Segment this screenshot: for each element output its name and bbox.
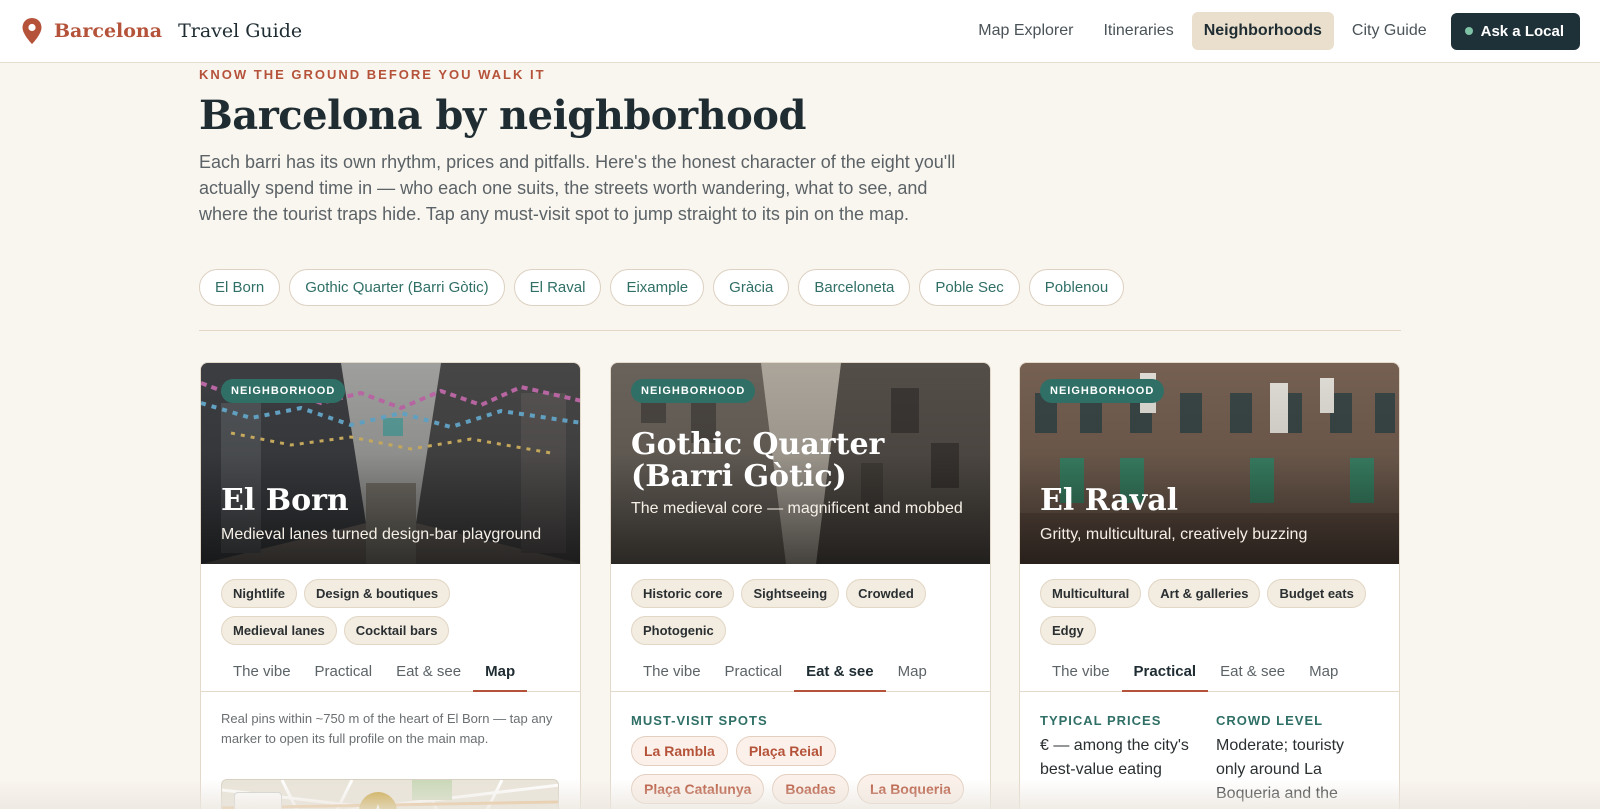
tab-map[interactable]: Map bbox=[886, 661, 939, 692]
badge: Design & boutiques bbox=[304, 579, 451, 608]
card-tag: NEIGHBORHOOD bbox=[631, 379, 756, 403]
mini-map[interactable]: + ★ bbox=[221, 779, 559, 809]
badge: Medieval lanes bbox=[221, 616, 337, 645]
card-subtitle: Gritty, multicultural, creatively buzzin… bbox=[1040, 526, 1308, 543]
card-tag: NEIGHBORHOOD bbox=[1040, 379, 1165, 403]
tab-practical[interactable]: Practical bbox=[303, 661, 385, 692]
brand[interactable]: Barcelona Travel Guide bbox=[20, 17, 302, 45]
chip-barceloneta[interactable]: Barceloneta bbox=[798, 269, 911, 306]
badge: Historic core bbox=[631, 579, 735, 608]
typical-prices: TYPICAL PRICES € — among the city's best… bbox=[1040, 713, 1196, 806]
spot-link[interactable]: Plaça Catalunya bbox=[631, 774, 765, 804]
badge: Nightlife bbox=[221, 579, 297, 608]
neighborhood-card-gothic-quarter: NEIGHBORHOOD Gothic Quarter (Barri Gòtic… bbox=[610, 362, 991, 809]
crowd-label: CROWD LEVEL bbox=[1216, 713, 1324, 728]
badge: Multicultural bbox=[1040, 579, 1142, 608]
tab-eat-and-see[interactable]: Eat & see bbox=[1208, 661, 1297, 692]
badge: Edgy bbox=[1040, 616, 1096, 645]
chip-el-raval[interactable]: El Raval bbox=[513, 269, 602, 306]
card-badges: Multicultural Art & galleries Budget eat… bbox=[1020, 564, 1390, 645]
card-title: Gothic Quarter (Barri Gòtic) bbox=[631, 427, 885, 494]
card-subtitle: Medieval lanes turned design-bar playgro… bbox=[221, 526, 542, 543]
practical-pane: TYPICAL PRICES € — among the city's best… bbox=[1040, 713, 1379, 806]
must-visit-spots: La Rambla Plaça Reial Plaça Catalunya Bo… bbox=[631, 736, 971, 804]
tab-practical[interactable]: Practical bbox=[713, 661, 795, 692]
card-hero-image: NEIGHBORHOOD El Raval Gritty, multicultu… bbox=[1020, 363, 1399, 564]
eyebrow: KNOW THE GROUND BEFORE YOU WALK IT bbox=[199, 67, 546, 82]
eat-see-pane: MUST-VISIT SPOTS La Rambla Plaça Reial P… bbox=[631, 713, 970, 804]
badge: Budget eats bbox=[1267, 579, 1366, 608]
chip-poblenou[interactable]: Poblenou bbox=[1028, 269, 1125, 306]
card-subtitle: The medieval core — magnificent and mobb… bbox=[631, 500, 963, 517]
neighborhood-card-el-born: NEIGHBORHOOD El Born Medieval lanes turn… bbox=[200, 362, 581, 809]
location-pin-icon bbox=[22, 18, 42, 44]
badge: Cocktail bars bbox=[343, 616, 450, 645]
chip-gothic-quarter[interactable]: Gothic Quarter (Barri Gòtic) bbox=[289, 269, 505, 306]
chip-eixample[interactable]: Eixample bbox=[610, 269, 705, 306]
map-note: Real pins within ~750 m of the heart of … bbox=[221, 711, 553, 746]
nav-city-guide[interactable]: City Guide bbox=[1340, 12, 1439, 50]
card-badges: Nightlife Design & boutiques Medieval la… bbox=[201, 564, 571, 645]
spot-link[interactable]: Boadas bbox=[772, 774, 849, 804]
card-tabs: The vibe Practical Eat & see Map bbox=[201, 661, 580, 692]
card-hero-image: NEIGHBORHOOD El Born Medieval lanes turn… bbox=[201, 363, 580, 564]
neighborhood-chips: El Born Gothic Quarter (Barri Gòtic) El … bbox=[199, 269, 1125, 306]
badge: Art & galleries bbox=[1148, 579, 1261, 608]
spot-link[interactable]: La Rambla bbox=[631, 736, 728, 766]
brand-subtitle: Travel Guide bbox=[178, 20, 303, 42]
page-title: Barcelona by neighborhood bbox=[199, 92, 806, 139]
map-pane: Real pins within ~750 m of the heart of … bbox=[221, 709, 560, 809]
tab-the-vibe[interactable]: The vibe bbox=[221, 661, 303, 692]
card-tag: NEIGHBORHOOD bbox=[221, 379, 346, 403]
intro-section: KNOW THE GROUND BEFORE YOU WALK IT Barce… bbox=[199, 67, 959, 227]
neighborhood-card-el-raval: NEIGHBORHOOD El Raval Gritty, multicultu… bbox=[1019, 362, 1400, 809]
chip-el-born[interactable]: El Born bbox=[199, 269, 281, 306]
badge: Crowded bbox=[846, 579, 926, 608]
tab-map[interactable]: Map bbox=[1297, 661, 1350, 692]
card-tabs: The vibe Practical Eat & see Map bbox=[1020, 661, 1399, 692]
zoom-in-button[interactable]: + bbox=[234, 792, 282, 809]
card-tabs: The vibe Practical Eat & see Map bbox=[611, 661, 990, 692]
nav-map-explorer[interactable]: Map Explorer bbox=[966, 12, 1085, 50]
crowd-value: Moderate; touristy only around La Boquer… bbox=[1216, 737, 1345, 802]
chip-gracia[interactable]: Gràcia bbox=[713, 269, 790, 306]
crowd-level: CROWD LEVEL Moderate; touristy only arou… bbox=[1216, 713, 1372, 806]
chip-poble-sec[interactable]: Poble Sec bbox=[919, 269, 1020, 306]
ask-a-local-button[interactable]: Ask a Local bbox=[1450, 12, 1580, 50]
section-label: MUST-VISIT SPOTS bbox=[631, 713, 768, 728]
card-title: El Raval bbox=[1040, 483, 1179, 518]
tab-map[interactable]: Map bbox=[473, 661, 528, 692]
prices-value: € — among the city's best-value eating bbox=[1040, 737, 1189, 778]
card-hero-image: NEIGHBORHOOD Gothic Quarter (Barri Gòtic… bbox=[611, 363, 990, 564]
badge: Photogenic bbox=[631, 616, 726, 645]
brand-name: Barcelona bbox=[54, 20, 163, 42]
tab-the-vibe[interactable]: The vibe bbox=[1040, 661, 1122, 692]
section-divider bbox=[199, 330, 1401, 331]
tab-practical[interactable]: Practical bbox=[1121, 661, 1209, 692]
card-badges: Historic core Sightseeing Crowded Photog… bbox=[611, 564, 981, 645]
badge: Sightseeing bbox=[741, 579, 840, 608]
main-nav: Map Explorer Itineraries Neighborhoods C… bbox=[966, 12, 1580, 50]
card-title: El Born bbox=[221, 483, 349, 518]
status-dot-icon bbox=[1464, 27, 1473, 35]
tab-eat-and-see[interactable]: Eat & see bbox=[384, 661, 473, 692]
nav-neighborhoods[interactable]: Neighborhoods bbox=[1191, 12, 1334, 50]
spot-link[interactable]: Plaça Reial bbox=[735, 736, 836, 766]
tab-the-vibe[interactable]: The vibe bbox=[631, 661, 713, 692]
prices-label: TYPICAL PRICES bbox=[1040, 713, 1162, 728]
ask-a-local-label: Ask a Local bbox=[1480, 22, 1564, 40]
nav-itineraries[interactable]: Itineraries bbox=[1091, 12, 1185, 50]
intro-lede: Each barri has its own rhythm, prices an… bbox=[199, 152, 956, 224]
top-navigation-bar: Barcelona Travel Guide Map Explorer Itin… bbox=[0, 0, 1600, 63]
tab-eat-and-see[interactable]: Eat & see bbox=[794, 661, 886, 692]
spot-link[interactable]: La Boqueria bbox=[856, 774, 964, 804]
